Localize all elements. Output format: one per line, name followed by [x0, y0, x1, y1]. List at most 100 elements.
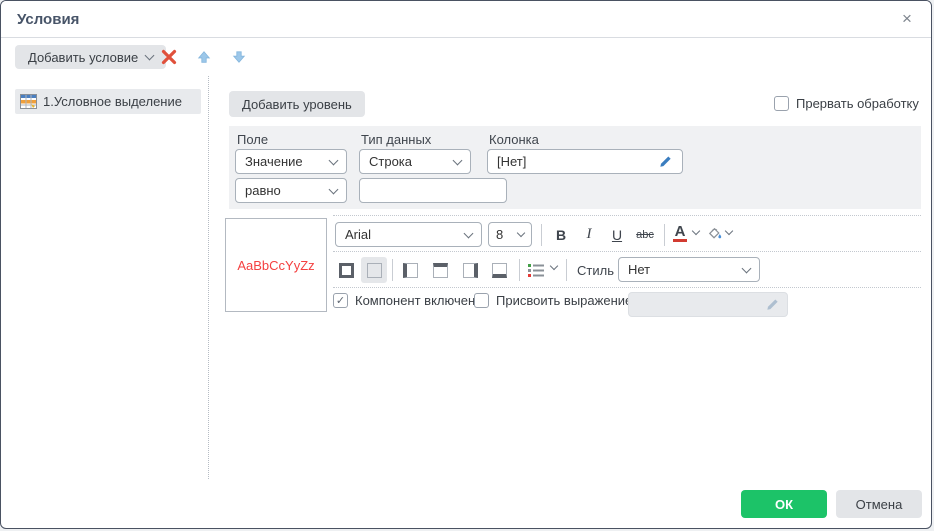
toolbar-separator [541, 224, 542, 246]
expression-field-disabled [628, 292, 788, 317]
add-level-label: Добавить уровень [242, 97, 352, 112]
italic-button[interactable]: I [577, 222, 601, 247]
chevron-down-icon [742, 263, 752, 273]
delete-condition-icon[interactable] [159, 47, 179, 67]
field-label: Поле [237, 132, 268, 147]
border-right-button[interactable] [457, 257, 483, 283]
edit-pencil-icon[interactable] [658, 154, 673, 169]
divider [333, 287, 921, 288]
component-enabled-checkbox[interactable]: ✓ [333, 293, 348, 308]
assign-expression-label: Присвоить выражение [496, 293, 632, 308]
conditional-highlight-icon [20, 94, 37, 109]
chevron-down-icon [464, 228, 474, 238]
column-field[interactable]: [Нет] [487, 149, 683, 174]
font-color-button[interactable]: A [670, 221, 690, 246]
arrow-down-icon [232, 50, 246, 64]
bold-button[interactable]: B [549, 222, 573, 247]
style-label: Стиль [577, 263, 614, 278]
border-all-icon [339, 263, 354, 278]
condition-list-item[interactable]: 1.Условное выделение [15, 89, 201, 114]
field-select-value: Значение [245, 154, 303, 169]
toolbar-separator [519, 259, 520, 281]
font-size-value: 8 [496, 227, 503, 242]
column-field-value: [Нет] [497, 154, 526, 169]
assign-expression-row: Присвоить выражение [474, 293, 632, 308]
break-processing-checkbox[interactable] [774, 96, 789, 111]
cancel-button[interactable]: Отмена [836, 490, 922, 518]
datatype-select-value: Строка [369, 154, 412, 169]
chevron-down-icon [329, 155, 339, 165]
style-select-value: Нет [628, 262, 650, 277]
chevron-down-icon [145, 51, 155, 61]
font-color-swatch [673, 239, 687, 242]
fill-color-dropdown-icon[interactable] [725, 227, 733, 235]
column-label: Колонка [489, 132, 539, 147]
condition-list-item-label: 1.Условное выделение [43, 94, 182, 109]
component-enabled-row: ✓ Компонент включен [333, 293, 475, 308]
strikethrough-label: abc [636, 229, 654, 241]
component-enabled-label: Компонент включен [355, 293, 475, 308]
chevron-down-icon [453, 155, 463, 165]
add-condition-label: Добавить условие [28, 50, 138, 65]
move-up-icon[interactable] [194, 47, 214, 67]
field-select[interactable]: Значение [235, 149, 347, 174]
border-all-button[interactable] [333, 257, 359, 283]
border-left-icon [403, 263, 418, 278]
bold-label: B [556, 227, 566, 243]
italic-label: I [587, 226, 592, 243]
style-preview-text: AaBbCcYyZz [237, 258, 314, 273]
operator-select[interactable]: равно [235, 178, 347, 203]
assign-expression-checkbox[interactable] [474, 293, 489, 308]
datatype-label: Тип данных [361, 132, 431, 147]
style-preview-box: AaBbCcYyZz [225, 218, 327, 312]
toolbar-separator [566, 259, 567, 281]
toolbar-separator [664, 224, 665, 246]
panel-separator [208, 76, 209, 479]
style-select[interactable]: Нет [618, 257, 760, 282]
border-bottom-button[interactable] [486, 257, 512, 283]
font-family-value: Arial [345, 227, 371, 242]
underline-label: U [612, 227, 622, 243]
close-icon[interactable]: × [897, 9, 917, 29]
move-down-icon[interactable] [229, 47, 249, 67]
red-x-icon [161, 49, 177, 65]
border-left-button[interactable] [397, 257, 423, 283]
chevron-down-icon [517, 229, 525, 237]
toolbar-separator [392, 259, 393, 281]
font-color-dropdown-icon[interactable] [692, 227, 700, 235]
border-none-button[interactable] [361, 257, 387, 283]
operator-select-value: равно [245, 183, 281, 198]
add-condition-button[interactable]: Добавить условие [15, 45, 166, 69]
cancel-label: Отмена [856, 497, 903, 512]
ok-button[interactable]: ОК [741, 490, 827, 518]
conditions-dialog: Условия × Добавить условие 1.Условн [0, 0, 932, 529]
divider [333, 251, 921, 252]
font-family-select[interactable]: Arial [335, 222, 482, 247]
paint-bucket-icon [706, 225, 723, 241]
title-bar: Условия × [1, 1, 931, 38]
dialog-title: Условия [1, 11, 79, 28]
compare-value-input[interactable] [359, 178, 507, 203]
fill-color-button[interactable] [704, 223, 724, 243]
strikethrough-button[interactable]: abc [631, 222, 659, 247]
ok-label: ОК [775, 497, 793, 512]
break-processing-label: Прервать обработку [796, 96, 919, 111]
font-color-label: A [675, 225, 686, 239]
border-right-icon [463, 263, 478, 278]
border-bottom-icon [492, 263, 507, 278]
font-size-select[interactable]: 8 [488, 222, 532, 247]
arrow-up-icon [197, 50, 211, 64]
break-processing-row: Прервать обработку [774, 96, 919, 111]
add-level-button[interactable]: Добавить уровень [229, 91, 365, 117]
underline-button[interactable]: U [605, 222, 629, 247]
chevron-down-icon [329, 184, 339, 194]
edit-pencil-icon-disabled [765, 297, 780, 312]
line-style-dropdown-icon[interactable] [550, 262, 558, 270]
divider [333, 215, 921, 216]
border-top-button[interactable] [427, 257, 453, 283]
datatype-select[interactable]: Строка [359, 149, 471, 174]
line-style-list-icon [527, 262, 545, 278]
border-top-icon [433, 263, 448, 278]
border-style-list-button[interactable] [526, 260, 546, 280]
border-none-icon [367, 263, 382, 278]
